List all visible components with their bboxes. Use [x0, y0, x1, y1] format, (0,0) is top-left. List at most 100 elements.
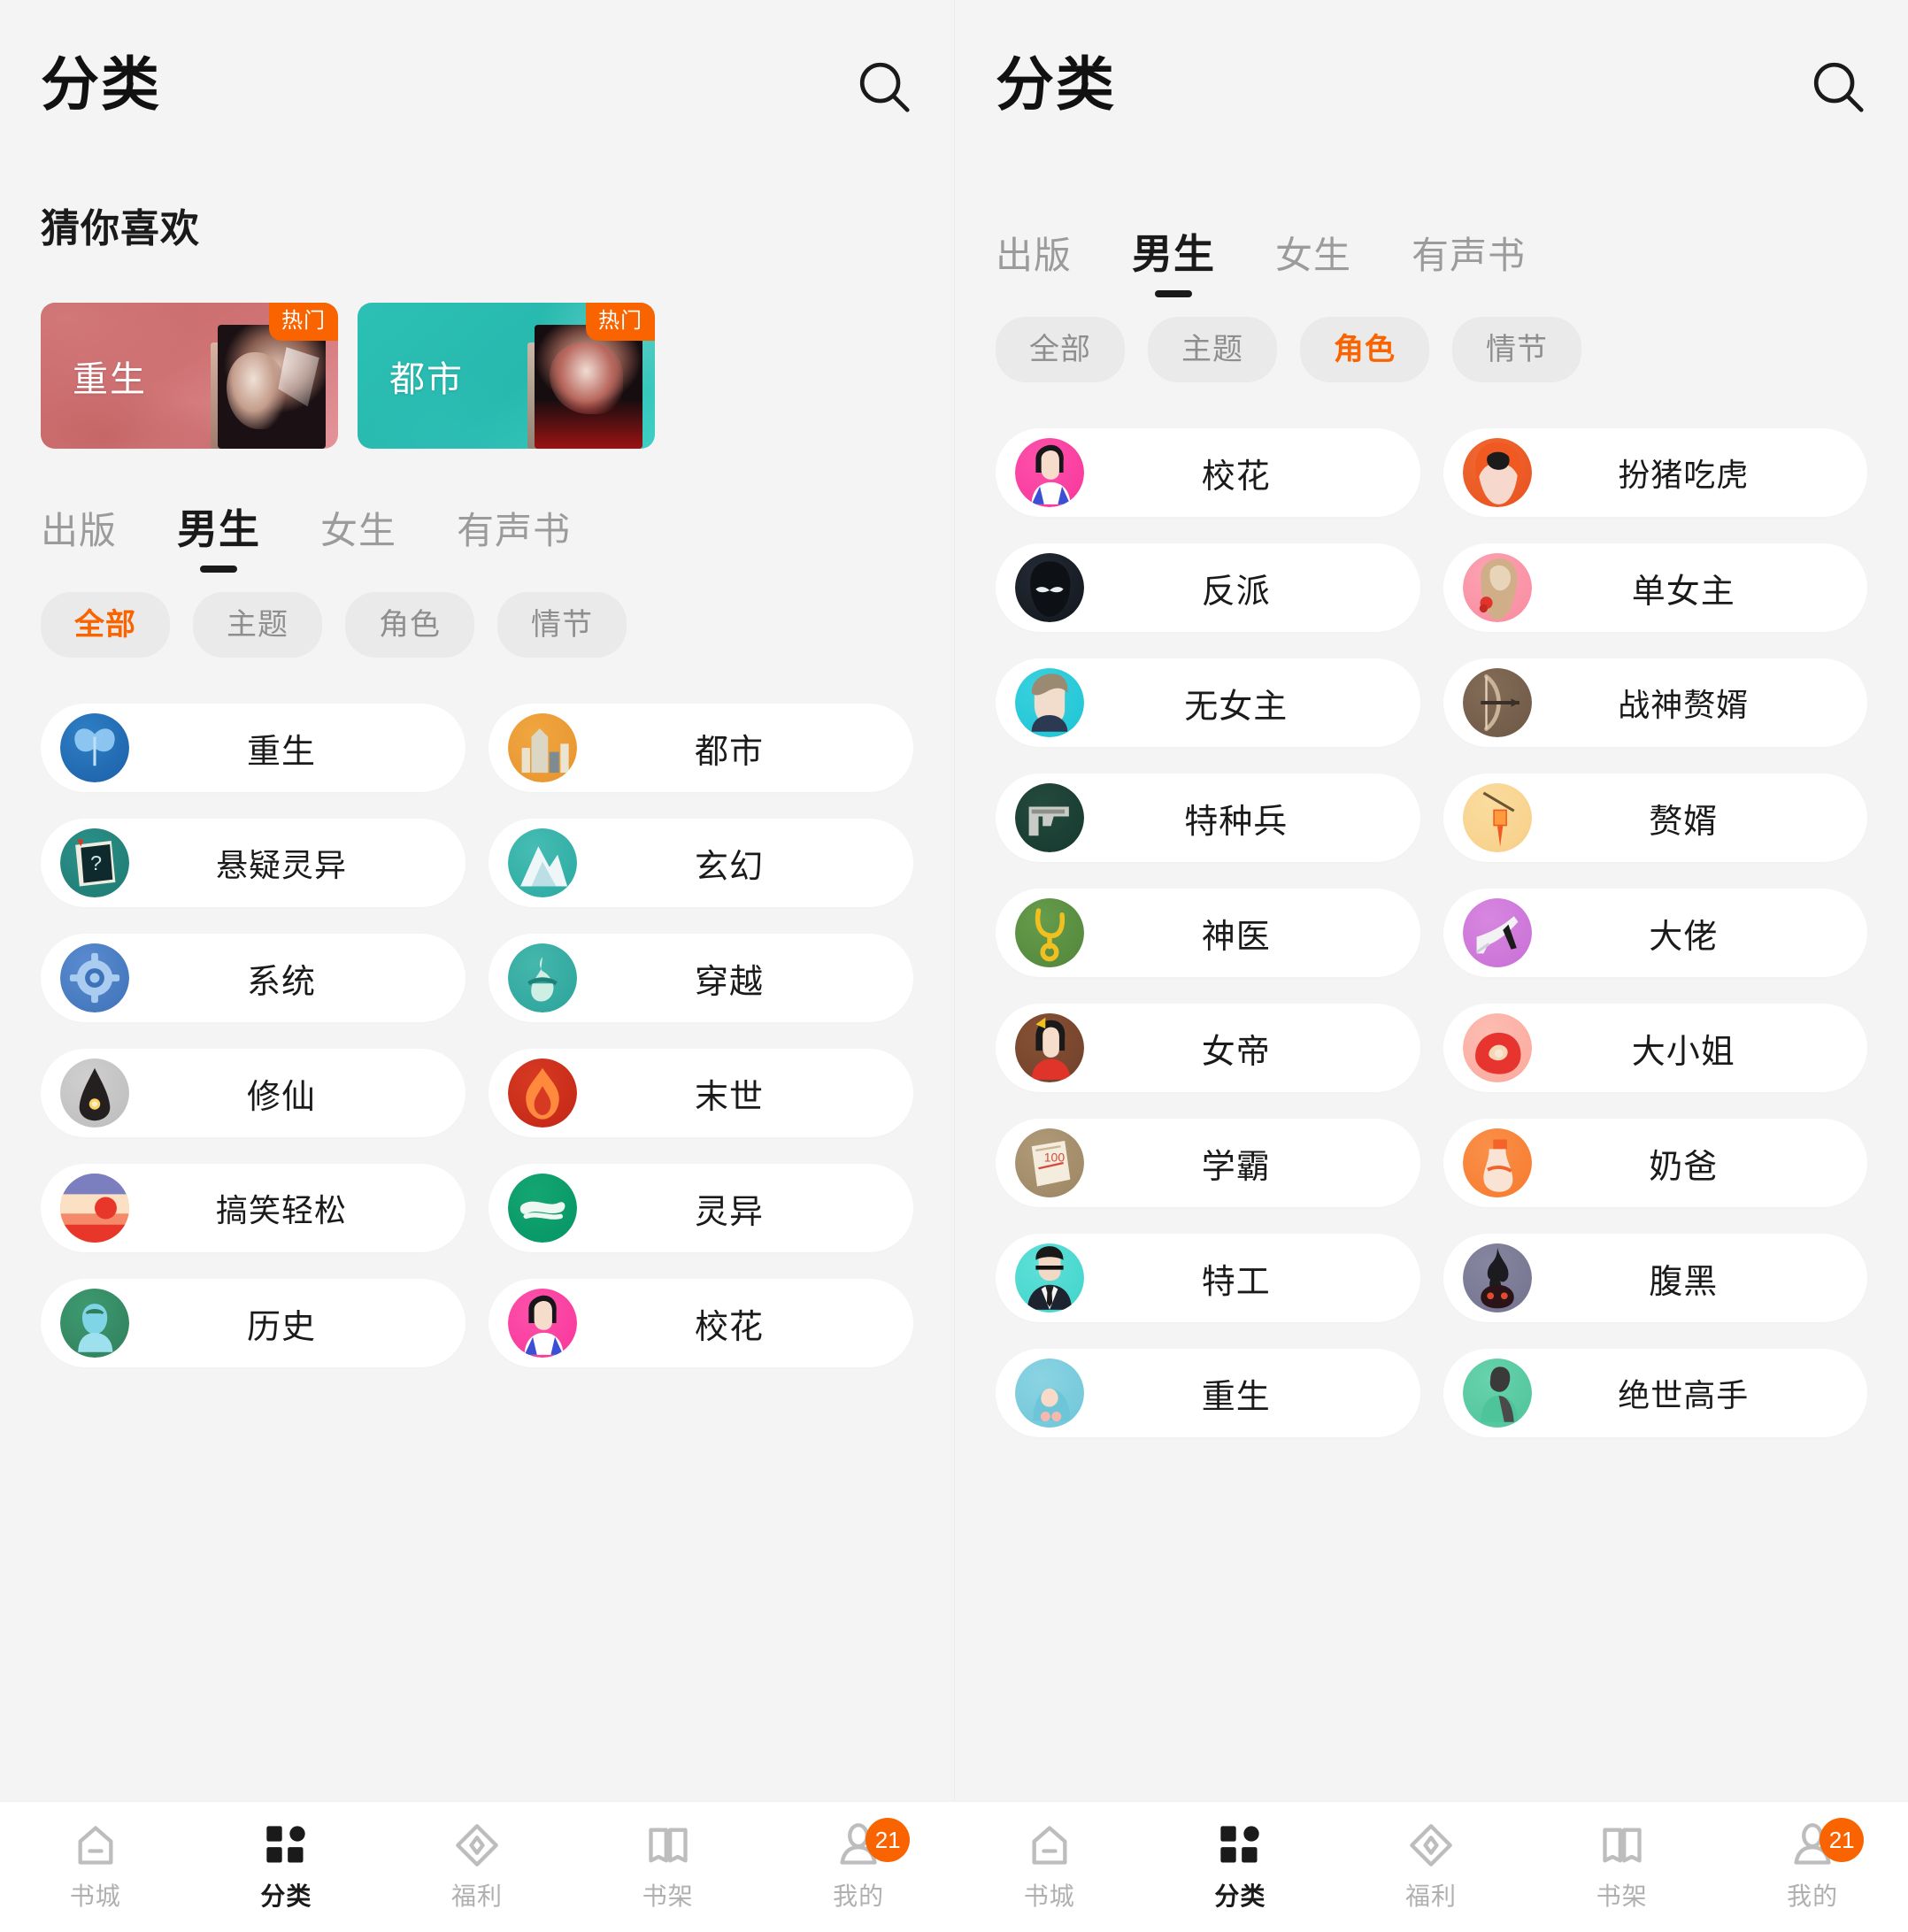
bottom-nav-item-2[interactable]: 分类 [191, 1802, 382, 1932]
tab-audiobook[interactable]: 有声书 [1412, 237, 1526, 297]
banner-card[interactable]: 重生 热门 [41, 303, 338, 449]
category-item-17[interactable]: 重生 [996, 1349, 1420, 1437]
category-label: 女帝 [1201, 1033, 1271, 1071]
category-label: 奶爸 [1649, 1148, 1719, 1186]
category-label: 穿越 [694, 963, 764, 1001]
bottom-nav-item-1[interactable]: 书城 [0, 1802, 191, 1932]
tab-chuban[interactable]: 出版 [41, 512, 117, 573]
tab-chuban[interactable]: 出版 [996, 237, 1072, 297]
category-item-4[interactable]: 单女主 [1443, 543, 1867, 632]
category-item-7[interactable]: 特种兵 [996, 774, 1420, 862]
master-icon [1462, 1359, 1532, 1428]
category-item-11[interactable]: 历史 [41, 1279, 465, 1367]
right-filter-chips: 全部 主题 角色 情节 [955, 297, 1908, 382]
category-item-6[interactable]: 穿越 [489, 934, 913, 1022]
bottom-nav-item-3[interactable]: 福利 [1335, 1802, 1527, 1932]
stethoscope-icon [1015, 898, 1084, 967]
bottom-nav-label: 我的 [1787, 1882, 1839, 1910]
category-item-12[interactable]: 大小姐 [1443, 1004, 1867, 1092]
category-item-12[interactable]: 校花 [489, 1279, 913, 1367]
category-label: 都市 [694, 733, 764, 771]
grid-icon [263, 1822, 309, 1868]
boy-icon [1015, 668, 1084, 737]
bottom-navigation: 书城 分类 福利 书架 我的 21 书城 分类 福利 书架 我的 21 [0, 1801, 1908, 1932]
tab-nansheng[interactable]: 男生 [177, 509, 260, 573]
chip-role[interactable]: 角色 [345, 592, 474, 658]
category-item-14[interactable]: 奶爸 [1443, 1119, 1867, 1207]
category-item-10[interactable]: 灵异 [489, 1164, 913, 1252]
tab-nvsheng[interactable]: 女生 [320, 512, 396, 573]
category-item-9[interactable]: 搞笑轻松 [41, 1164, 465, 1252]
bottom-nav-item-1[interactable]: 书城 [954, 1802, 1145, 1932]
bottom-nav-label: 分类 [260, 1882, 312, 1910]
bottom-nav-item-2[interactable]: 分类 [1145, 1802, 1336, 1932]
tab-audiobook[interactable]: 有声书 [457, 512, 571, 573]
category-item-8[interactable]: 赘婿 [1443, 774, 1867, 862]
search-icon[interactable] [853, 56, 915, 118]
bottom-nav-item-4[interactable]: 书架 [573, 1802, 764, 1932]
bottom-nav-item-4[interactable]: 书架 [1527, 1802, 1718, 1932]
bottom-nav-left: 书城 分类 福利 书架 我的 21 [0, 1802, 954, 1932]
category-item-8[interactable]: 末世 [489, 1049, 913, 1137]
category-item-5[interactable]: 系统 [41, 934, 465, 1022]
chip-all[interactable]: 全部 [996, 317, 1125, 382]
bottom-nav-item-3[interactable]: 福利 [381, 1802, 573, 1932]
category-item-10[interactable]: 大佬 [1443, 889, 1867, 977]
category-label: 特种兵 [1184, 803, 1289, 841]
category-item-2[interactable]: 扮猪吃虎 [1443, 428, 1867, 517]
category-item-11[interactable]: 女帝 [996, 1004, 1420, 1092]
bottom-nav-label: 我的 [833, 1882, 885, 1910]
category-item-6[interactable]: 战神赘婿 [1443, 658, 1867, 747]
agent-icon [1015, 1243, 1084, 1312]
category-label: 无女主 [1184, 688, 1289, 726]
rose-icon [1462, 1013, 1532, 1082]
chip-role[interactable]: 角色 [1300, 317, 1429, 382]
page-title: 分类 [41, 51, 161, 117]
bow-icon [1462, 668, 1532, 737]
bottom-nav-label: 福利 [1404, 1882, 1457, 1910]
gift-icon [1408, 1822, 1454, 1868]
category-label: 绝世高手 [1618, 1377, 1750, 1413]
category-item-15[interactable]: 特工 [996, 1234, 1420, 1322]
tab-nvsheng[interactable]: 女生 [1275, 237, 1351, 297]
grid-icon [1217, 1822, 1263, 1868]
banner-hot-badge: 热门 [269, 303, 338, 341]
svg-text:100: 100 [1044, 1150, 1066, 1164]
category-item-9[interactable]: 神医 [996, 889, 1420, 977]
tab-nansheng[interactable]: 男生 [1132, 234, 1215, 297]
bottom-nav-label: 分类 [1214, 1882, 1266, 1910]
chip-theme[interactable]: 主题 [1148, 317, 1277, 382]
category-item-7[interactable]: 修仙 [41, 1049, 465, 1137]
bookshelf-icon [1599, 1822, 1645, 1868]
category-label: 赘婿 [1649, 803, 1719, 841]
bottom-nav-label: 书架 [642, 1882, 694, 1910]
category-item-3[interactable]: 反派 [996, 543, 1420, 632]
left-header: 分类 [0, 0, 954, 173]
category-item-1[interactable]: 重生 [41, 704, 465, 792]
category-item-1[interactable]: 校花 [996, 428, 1420, 517]
bottom-nav-item-5[interactable]: 我的 21 [763, 1802, 954, 1932]
chip-plot[interactable]: 情节 [1452, 317, 1581, 382]
banner-hot-badge: 热门 [586, 303, 655, 341]
gear-icon [60, 943, 129, 1012]
category-item-4[interactable]: 玄幻 [489, 819, 913, 907]
category-item-3[interactable]: ? 悬疑灵异 [41, 819, 465, 907]
search-icon[interactable] [1807, 56, 1869, 118]
schoolgirl-icon [1015, 438, 1084, 507]
bottom-nav-item-5[interactable]: 我的 21 [1717, 1802, 1908, 1932]
category-item-18[interactable]: 绝世高手 [1443, 1349, 1867, 1437]
category-item-5[interactable]: 无女主 [996, 658, 1420, 747]
category-item-13[interactable]: 100 学霸 [996, 1119, 1420, 1207]
category-label: 悬疑灵异 [215, 847, 347, 883]
category-item-16[interactable]: 腹黑 [1443, 1234, 1867, 1322]
chip-theme[interactable]: 主题 [193, 592, 322, 658]
right-category-grid: 校花 扮猪吃虎 反派 单女主无女主 战神赘婿特种兵 赘婿神医 大佬女帝 大小姐 100 学霸 奶爸特… [955, 382, 1908, 1437]
chip-all[interactable]: 全部 [41, 592, 170, 658]
sunset-icon [60, 1174, 129, 1243]
banner-card[interactable]: 都市 热门 [358, 303, 655, 449]
category-item-2[interactable]: 都市 [489, 704, 913, 792]
bottom-nav-right: 书城 分类 福利 书架 我的 21 [954, 1802, 1908, 1932]
notification-badge: 21 [1820, 1818, 1865, 1862]
test-paper-icon: 100 [1015, 1128, 1084, 1197]
chip-plot[interactable]: 情节 [497, 592, 627, 658]
